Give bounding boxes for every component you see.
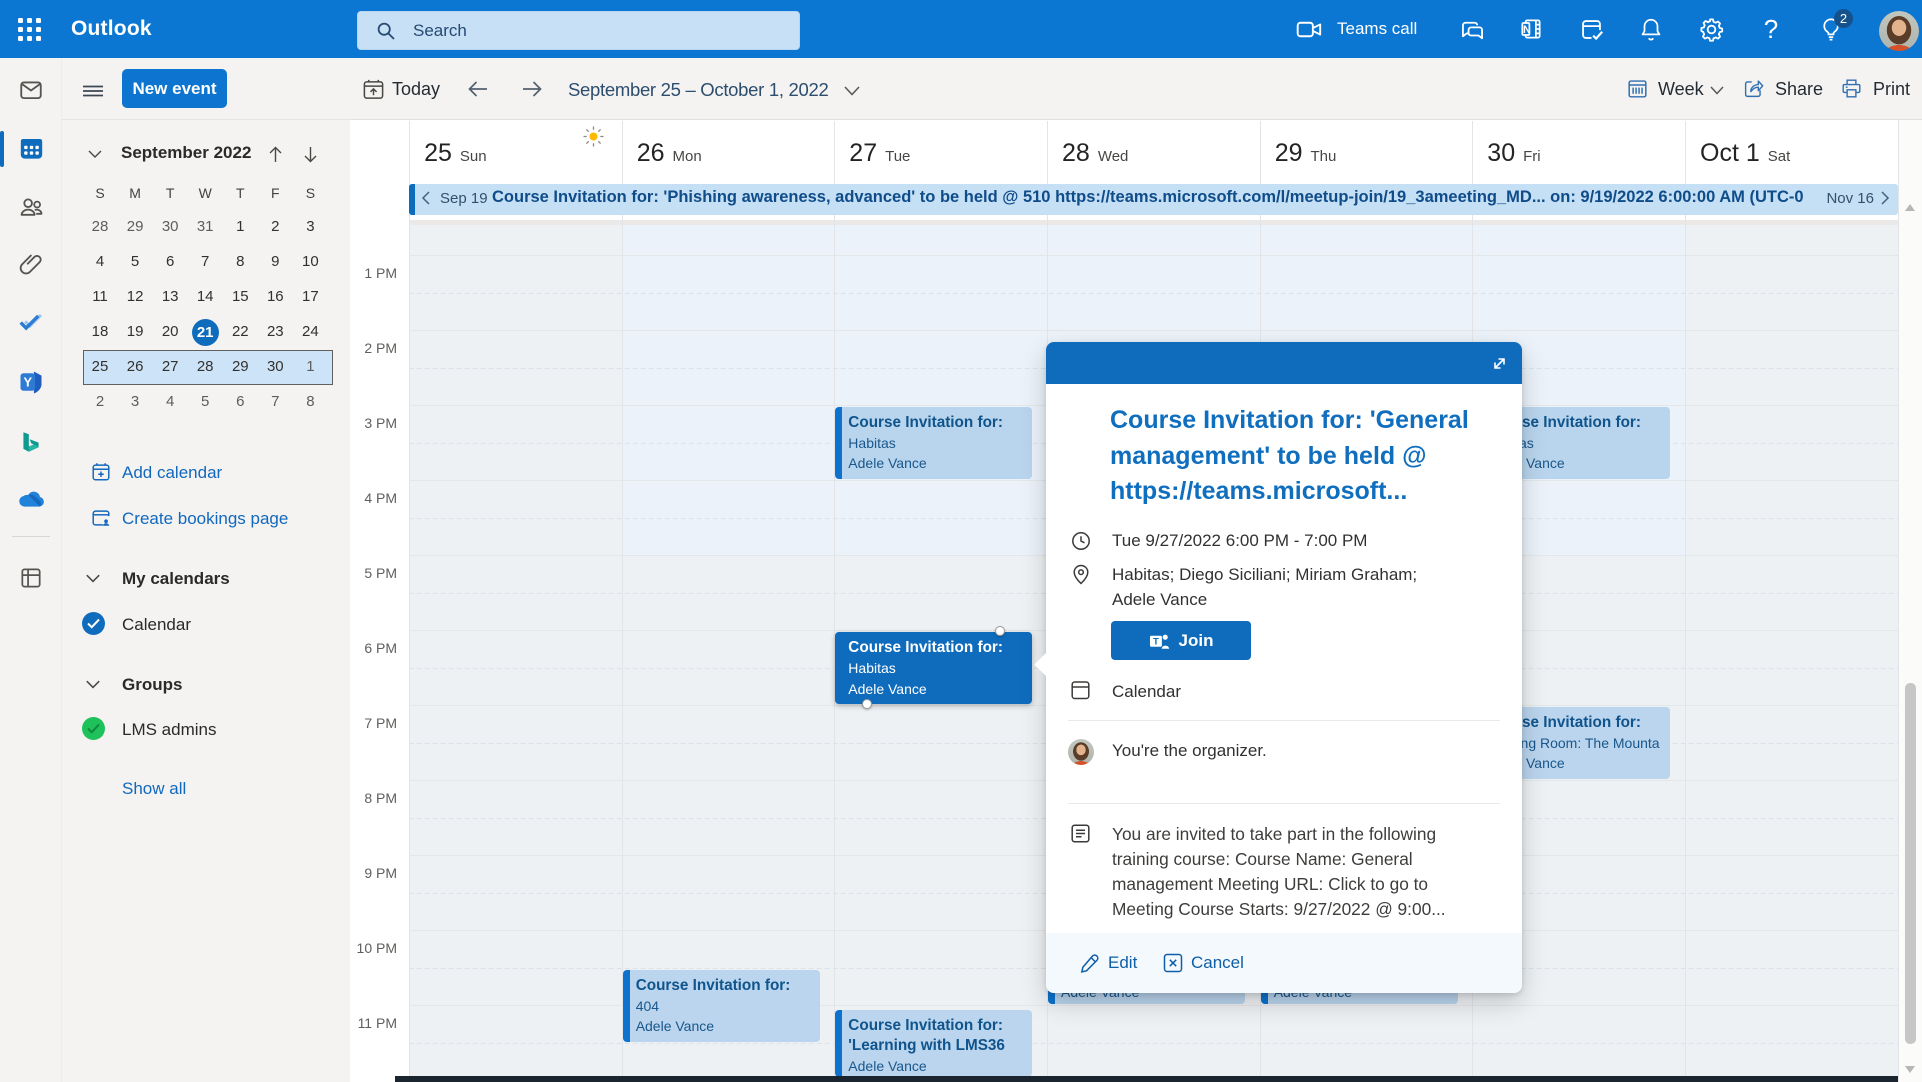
svg-text:N: N (1523, 24, 1531, 36)
svg-text:Y: Y (24, 374, 33, 389)
svg-text:T: T (1153, 636, 1159, 647)
